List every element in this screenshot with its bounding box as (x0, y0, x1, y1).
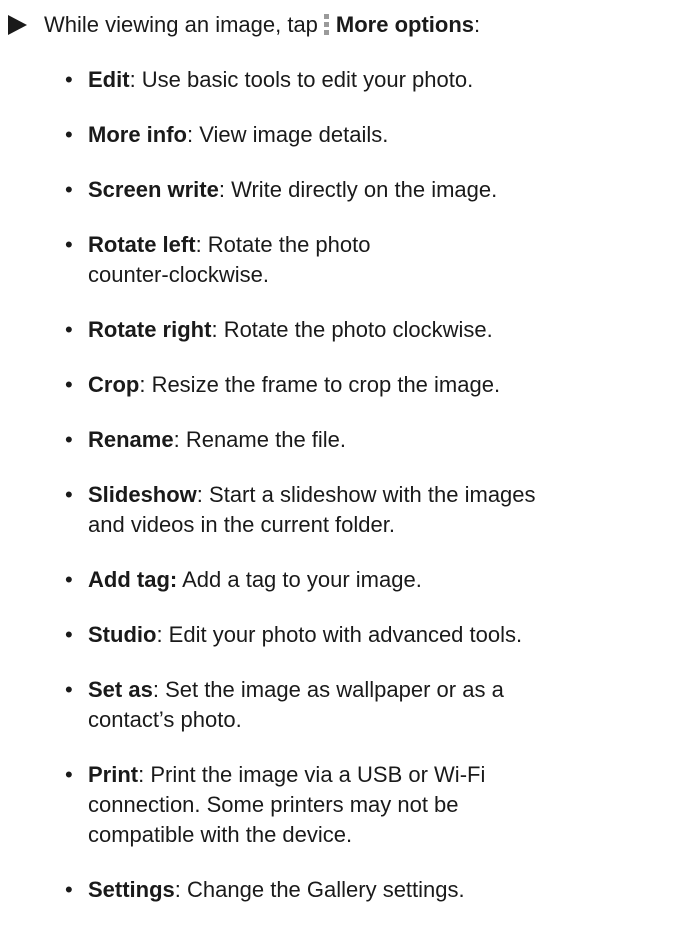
option-term: More info (88, 122, 187, 147)
option-item: • Rotate right: Rotate the photo clockwis… (65, 315, 668, 345)
bullet-icon: • (65, 567, 73, 592)
option-separator: : (152, 677, 166, 702)
bullet-icon: • (65, 122, 73, 147)
more-options-label: More options (335, 12, 475, 37)
bullet-icon: • (65, 677, 73, 702)
bullet-icon: • (65, 372, 73, 397)
bullet-icon: • (65, 67, 73, 92)
option-item: • Crop: Resize the frame to crop the imag… (65, 370, 668, 400)
option-separator: : (173, 427, 186, 452)
option-term: Slideshow (88, 482, 197, 507)
option-term: Print (88, 762, 139, 787)
intro-suffix: : (474, 12, 481, 37)
bullet-icon: • (65, 762, 73, 787)
bullet-icon: • (65, 877, 73, 902)
option-term: Set as (88, 677, 153, 702)
intro-line: While viewing an image, tap More options: (8, 10, 480, 40)
option-separator: : (138, 762, 151, 787)
option-term: Add tag: (88, 567, 178, 592)
option-term: Screen write (88, 177, 219, 202)
option-separator: : (195, 232, 208, 257)
option-item: • Studio: Edit your photo with advanced t… (65, 620, 668, 650)
option-separator: : (139, 372, 152, 397)
option-separator: : (156, 622, 169, 647)
option-term: Rename (88, 427, 174, 452)
option-item: • Print: Print the image via a USB or Wi-… (65, 760, 668, 850)
option-separator: : (196, 482, 210, 507)
option-separator: : (218, 177, 232, 202)
bullet-icon: • (65, 317, 73, 342)
option-description: Change the Gallery settings. (187, 877, 465, 902)
bullet-icon: • (65, 482, 73, 507)
option-separator: : (211, 317, 224, 342)
option-separator: : (187, 122, 200, 147)
option-item: • Screen write: Write directly on the ima… (65, 175, 668, 205)
option-description: Use basic tools to edit your photo. (141, 67, 474, 92)
bullet-icon: • (65, 427, 73, 452)
option-description: Rotate the photo clockwise. (223, 317, 493, 342)
bullet-icon: • (65, 177, 73, 202)
option-description: Add a tag to your image. (182, 567, 422, 592)
option-item: • Rename: Rename the file. (65, 425, 668, 455)
option-term: Crop (88, 372, 140, 397)
option-item: • More info: View image details. (65, 120, 668, 150)
option-term: Settings (88, 877, 175, 902)
bullet-icon: • (65, 622, 73, 647)
option-item: • Set as: Set the image as wallpaper or a… (65, 675, 668, 735)
option-item: • Settings: Change the Gallery settings. (65, 875, 668, 905)
option-term: Studio (88, 622, 157, 647)
option-separator: : (174, 877, 188, 902)
intro-prefix: While viewing an image, tap (44, 12, 318, 37)
option-description: Rename the file. (185, 427, 347, 452)
option-separator: : (129, 67, 142, 92)
option-term: Rotate left (88, 232, 196, 257)
option-description: Resize the frame to crop the image. (151, 372, 501, 397)
more-options-icon (323, 14, 329, 36)
option-description: Write directly on the image. (231, 177, 498, 202)
option-item: • Edit: Use basic tools to edit your phot… (65, 65, 668, 95)
bullet-icon: • (65, 232, 73, 257)
option-item: • Rotate left: Rotate the photo counter-cl… (65, 230, 668, 290)
arrow-icon (8, 15, 27, 35)
option-item: • Slideshow: Start a slideshow with the i… (65, 480, 668, 540)
option-description: Edit your photo with advanced tools. (168, 622, 523, 647)
option-term: Edit (88, 67, 130, 92)
option-description: View image details. (199, 122, 389, 147)
option-item: • Add tag: Add a tag to your image. (65, 565, 668, 595)
option-term: Rotate right (88, 317, 212, 342)
